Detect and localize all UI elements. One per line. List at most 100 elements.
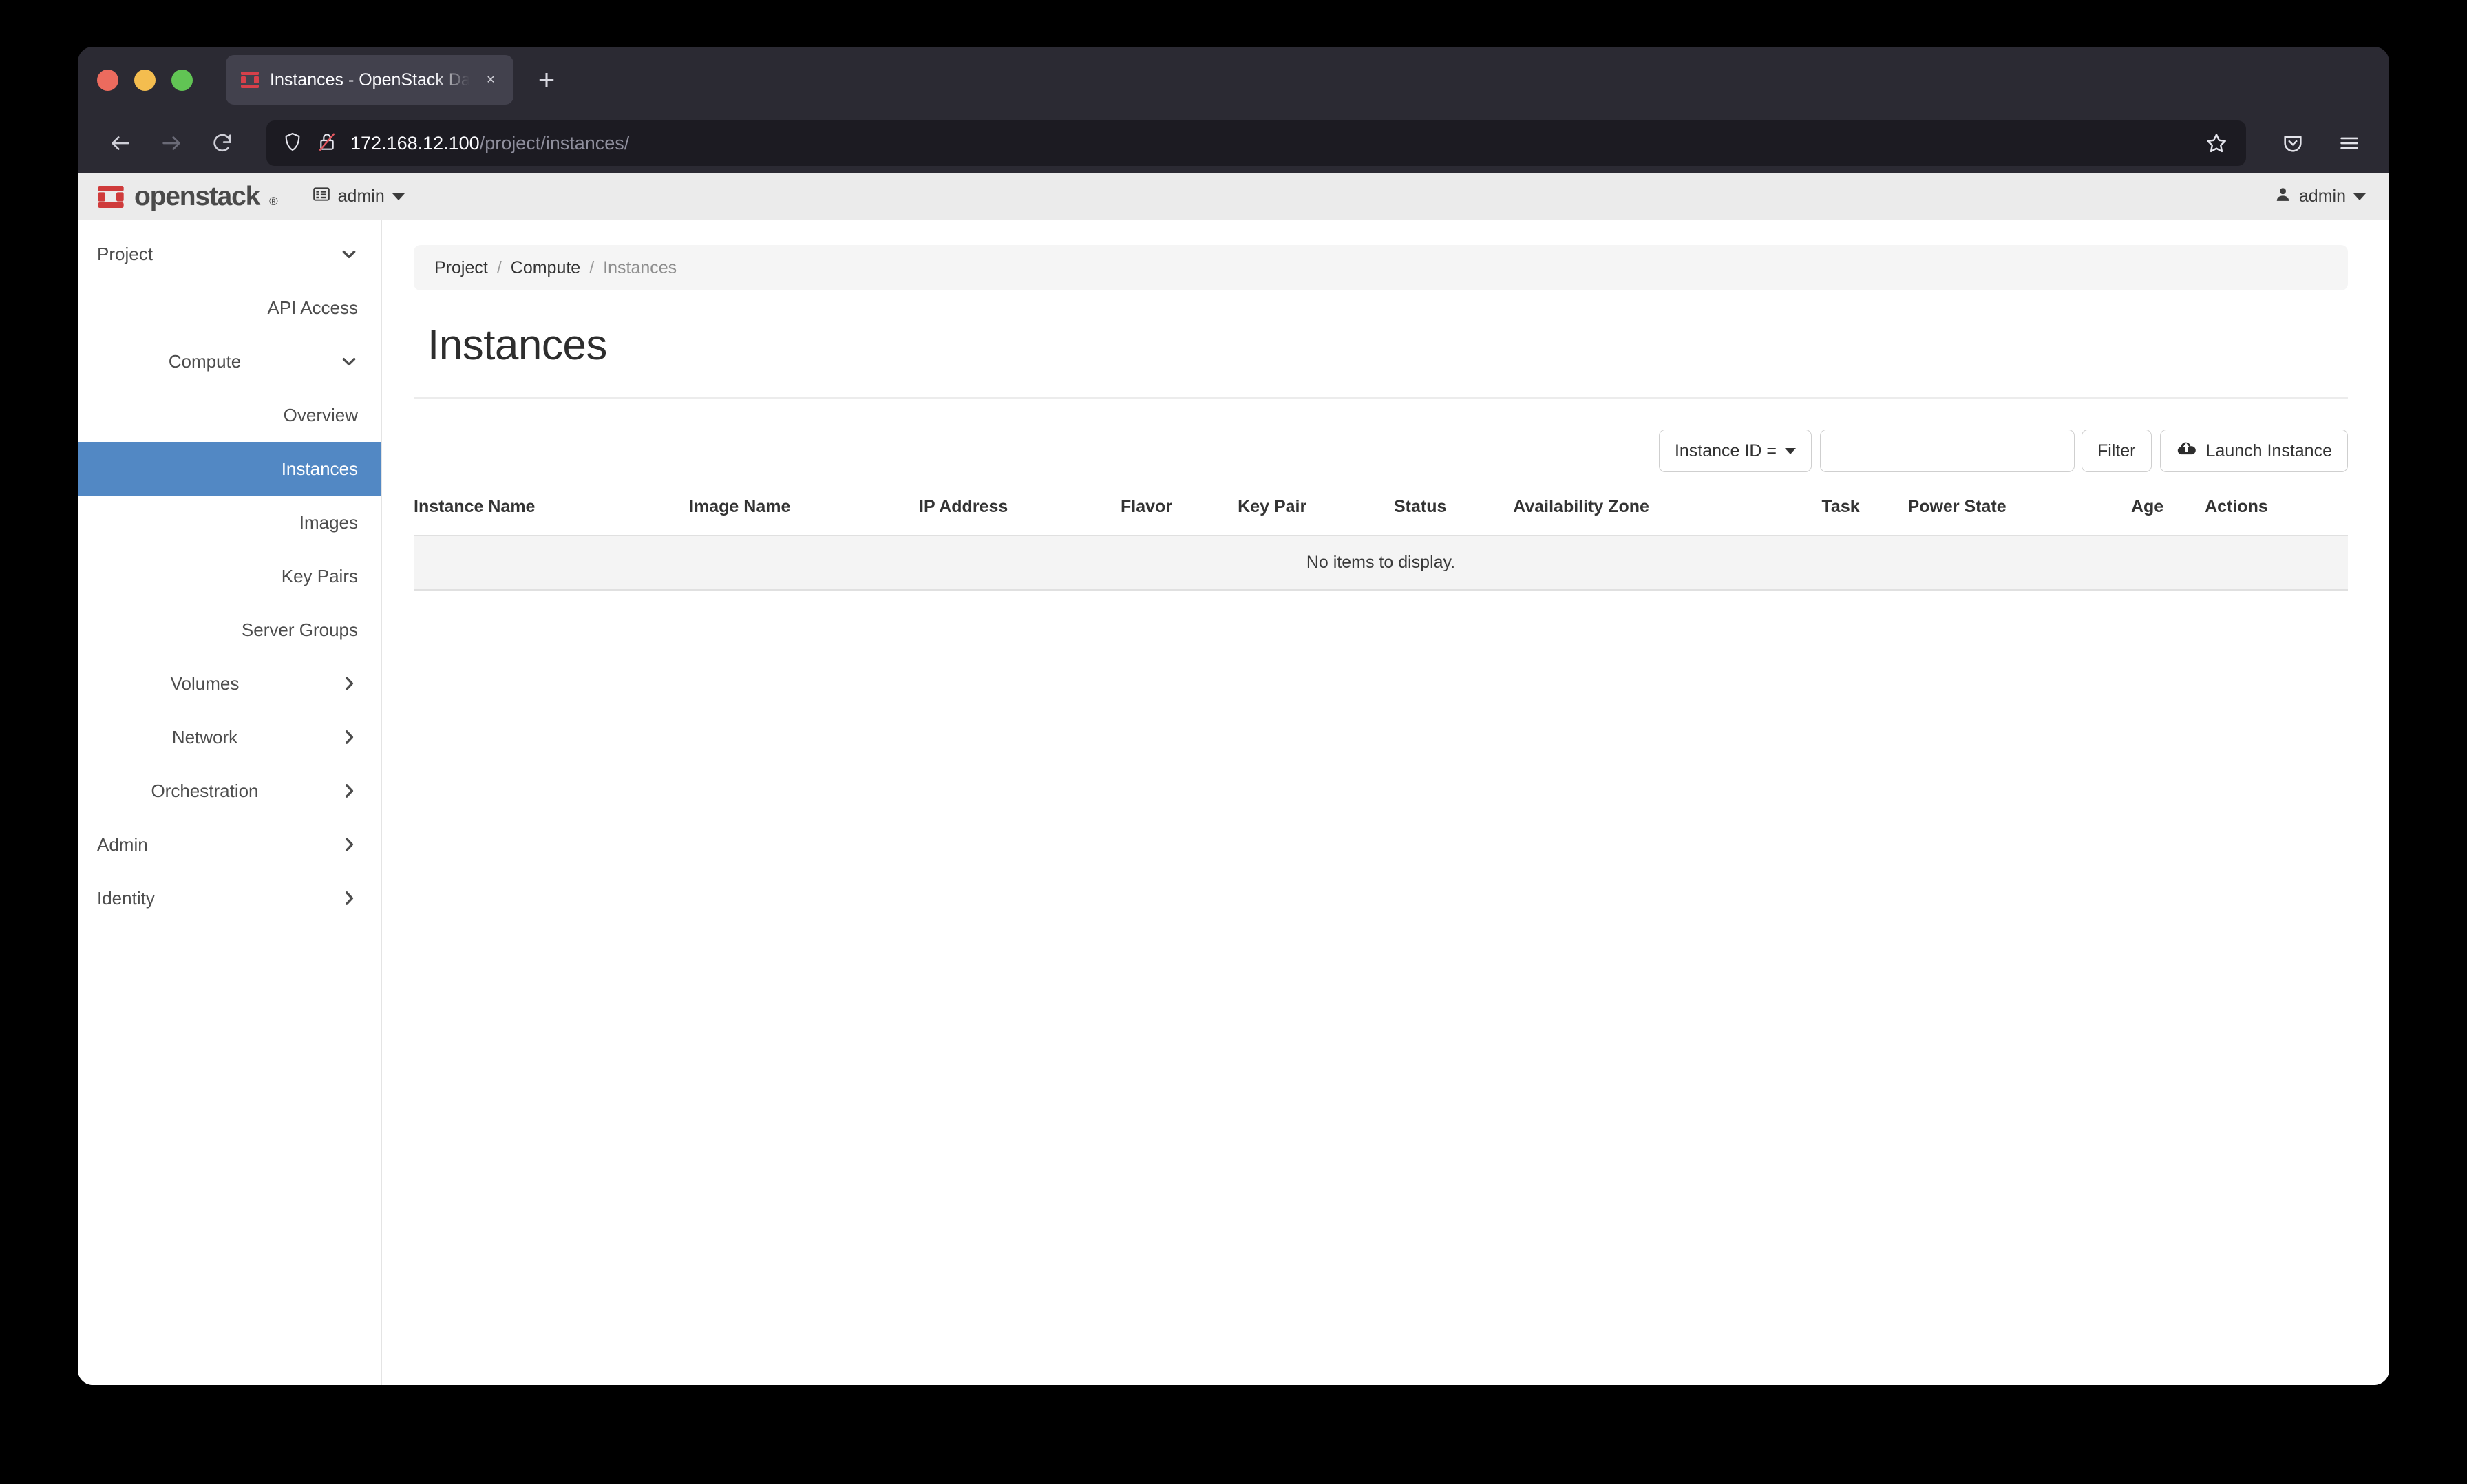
hamburger-menu-icon[interactable] bbox=[2327, 121, 2371, 165]
window-controls bbox=[97, 69, 226, 91]
breadcrumb-separator: / bbox=[589, 257, 595, 277]
user-menu[interactable]: admin bbox=[2274, 186, 2366, 208]
browser-tab[interactable]: Instances - OpenStack Dashboard ✕ bbox=[226, 55, 513, 105]
column-header: Instance Name bbox=[414, 497, 536, 516]
user-menu-label: admin bbox=[2298, 187, 2346, 206]
sidebar-item-orchestration[interactable]: Orchestration bbox=[78, 764, 381, 818]
column-header: Age bbox=[2130, 497, 2164, 516]
forward-button[interactable] bbox=[149, 121, 193, 165]
chevron-right-icon bbox=[340, 728, 358, 746]
url-host: 172.168.12.100 bbox=[350, 132, 480, 153]
sidebar-item-network[interactable]: Network bbox=[78, 710, 381, 764]
tab-title: Instances - OpenStack Dashboard bbox=[270, 70, 469, 89]
sidebar-item-images[interactable]: Images bbox=[78, 496, 381, 549]
filter-field-label: Instance ID = bbox=[1674, 441, 1777, 460]
column-header: Task bbox=[1821, 497, 1860, 516]
sidebar-item-api-access[interactable]: API Access bbox=[78, 281, 381, 335]
sidebar-item-volumes[interactable]: Volumes bbox=[78, 657, 381, 710]
reload-button[interactable] bbox=[200, 121, 244, 165]
sidebar-item-key-pairs[interactable]: Key Pairs bbox=[78, 549, 381, 603]
column-header: Actions bbox=[2205, 497, 2268, 516]
close-window-button[interactable] bbox=[97, 69, 118, 91]
url-display[interactable]: 172.168.12.100/project/instances/ bbox=[350, 133, 2187, 154]
shield-icon[interactable] bbox=[282, 131, 304, 156]
lock-broken-icon[interactable] bbox=[316, 131, 338, 156]
table-head: Instance Name Image Name IP Address Flavor K… bbox=[414, 487, 2348, 536]
openstack-logo-icon bbox=[97, 183, 125, 211]
browser-toolbar: 172.168.12.100/project/instances/ bbox=[78, 113, 2389, 173]
chevron-down-icon bbox=[340, 245, 358, 263]
chevron-right-icon bbox=[340, 836, 358, 854]
sidebar-item-compute[interactable]: Compute bbox=[78, 335, 381, 388]
table-empty-row: No items to display. bbox=[414, 535, 2348, 591]
sidebar-item-label: Admin bbox=[97, 834, 148, 855]
instances-table: Instance Name Image Name IP Address Flavor K… bbox=[414, 487, 2348, 591]
empty-message: No items to display. bbox=[414, 535, 2348, 591]
column-header: Image Name bbox=[689, 497, 791, 516]
column-header: Power State bbox=[1907, 497, 2007, 516]
chevron-down-icon bbox=[392, 193, 405, 200]
tab-strip: Instances - OpenStack Dashboard ✕ + bbox=[78, 47, 2389, 113]
sidebar-item-admin[interactable]: Admin bbox=[78, 818, 381, 871]
registered-mark: ® bbox=[269, 194, 278, 208]
maximize-window-button[interactable] bbox=[171, 69, 193, 91]
sidebar-item-label: Project bbox=[97, 243, 153, 264]
breadcrumb-item-current: Instances bbox=[603, 257, 677, 277]
sidebar-item-label: Compute bbox=[168, 350, 242, 372]
sidebar-navigation: Project API Access Compute Overview Instance… bbox=[78, 220, 382, 1385]
address-bar[interactable]: 172.168.12.100/project/instances/ bbox=[266, 120, 2246, 166]
sidebar-item-overview[interactable]: Overview bbox=[78, 388, 381, 442]
filter-search-input[interactable] bbox=[1819, 430, 2075, 472]
chevron-down-icon bbox=[1784, 447, 1796, 454]
launch-instance-button[interactable]: Launch Instance bbox=[2159, 430, 2348, 472]
openstack-header: openstack ® admin admin bbox=[78, 173, 2389, 220]
column-header: Status bbox=[1394, 497, 1447, 516]
breadcrumb-item-compute[interactable]: Compute bbox=[511, 258, 580, 278]
table-body: No items to display. bbox=[414, 535, 2348, 591]
openstack-wordmark: openstack bbox=[134, 181, 260, 211]
list-icon bbox=[313, 185, 330, 208]
toolbar-right-group bbox=[2264, 121, 2371, 165]
project-selector[interactable]: admin bbox=[313, 185, 405, 208]
filter-field-selector[interactable]: Instance ID = bbox=[1658, 430, 1812, 472]
sidebar-item-identity[interactable]: Identity bbox=[78, 871, 381, 925]
sidebar-item-project[interactable]: Project bbox=[78, 227, 381, 281]
column-header: IP Address bbox=[919, 497, 1008, 516]
breadcrumb-separator: / bbox=[496, 257, 502, 277]
page-title: Instances bbox=[427, 321, 607, 369]
sidebar-item-label: Identity bbox=[97, 887, 155, 909]
star-icon[interactable] bbox=[2199, 126, 2234, 160]
chevron-down-icon bbox=[2353, 193, 2366, 200]
sidebar-item-label: Orchestration bbox=[151, 780, 259, 801]
breadcrumb: Project / Compute / Instances bbox=[414, 245, 2348, 290]
sidebar-item-label: Images bbox=[299, 511, 358, 533]
back-button[interactable] bbox=[98, 121, 142, 165]
sidebar-item-label: Key Pairs bbox=[281, 565, 358, 586]
new-tab-button[interactable]: + bbox=[526, 59, 567, 100]
column-header: Availability Zone bbox=[1513, 497, 1649, 516]
sidebar-item-server-groups[interactable]: Server Groups bbox=[78, 603, 381, 657]
table-toolbar: Instance ID = Filter Launch Instance bbox=[414, 399, 2348, 487]
page-body: Project API Access Compute Overview Instance… bbox=[78, 220, 2389, 1385]
pocket-icon[interactable] bbox=[2271, 121, 2315, 165]
chevron-right-icon bbox=[340, 782, 358, 800]
sidebar-item-label: Network bbox=[171, 726, 238, 748]
minimize-window-button[interactable] bbox=[134, 69, 156, 91]
browser-window: Instances - OpenStack Dashboard ✕ + bbox=[78, 47, 2389, 1385]
project-selector-label: admin bbox=[337, 187, 385, 206]
sidebar-item-instances[interactable]: Instances bbox=[78, 442, 381, 496]
openstack-icon bbox=[240, 70, 260, 90]
filter-button[interactable]: Filter bbox=[2081, 430, 2152, 472]
breadcrumb-item-project[interactable]: Project bbox=[434, 258, 488, 278]
url-path: /project/instances/ bbox=[479, 132, 630, 153]
table-header-row: Instance Name Image Name IP Address Flavor K… bbox=[414, 487, 2348, 536]
close-icon[interactable]: ✕ bbox=[479, 68, 502, 92]
launch-instance-label: Launch Instance bbox=[2205, 441, 2332, 460]
column-header: Flavor bbox=[1121, 497, 1173, 516]
chevron-down-icon bbox=[340, 352, 358, 370]
chevron-right-icon bbox=[340, 889, 358, 907]
openstack-logo[interactable]: openstack ® bbox=[97, 182, 278, 212]
page-viewport: openstack ® admin admin Project API Acce… bbox=[78, 173, 2389, 1385]
sidebar-item-label: Server Groups bbox=[241, 619, 358, 640]
cloud-upload-icon bbox=[2176, 438, 2196, 464]
